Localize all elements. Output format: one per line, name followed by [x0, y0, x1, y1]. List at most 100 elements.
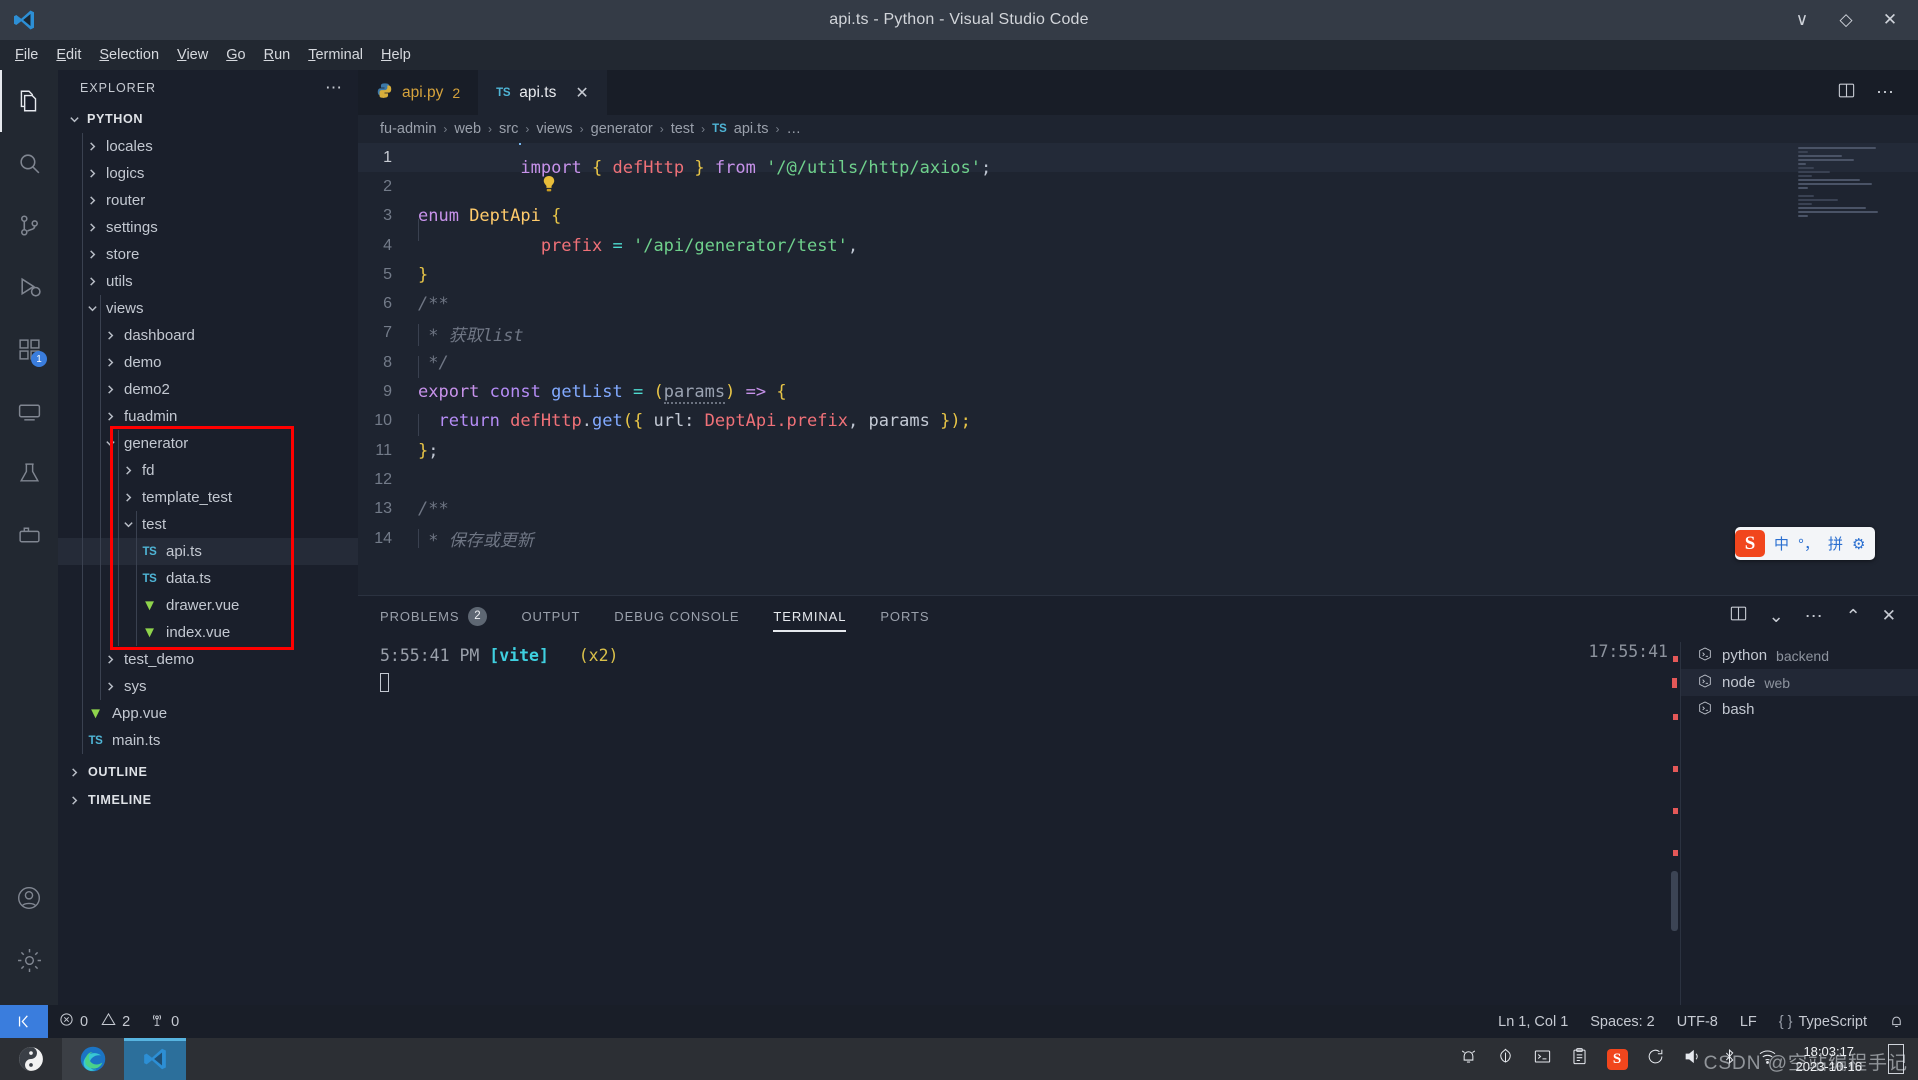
- tree-item-dashboard[interactable]: dashboard: [58, 322, 358, 349]
- status-warning-count[interactable]: 2: [99, 1012, 141, 1031]
- menu-item-file[interactable]: File: [6, 44, 47, 66]
- chevron-up-icon[interactable]: ⌃: [1846, 606, 1861, 627]
- breadcrumb-item[interactable]: api.ts: [734, 121, 769, 137]
- tree-item-index-vue[interactable]: ▼index.vue: [58, 619, 358, 646]
- status-language-mode[interactable]: { } TypeScript: [1768, 1014, 1878, 1030]
- taskbar-app-taiji[interactable]: [0, 1038, 62, 1080]
- tree-item-sys[interactable]: sys: [58, 673, 358, 700]
- taskbar-app-edge[interactable]: [62, 1038, 124, 1080]
- status-error-count[interactable]: 0: [48, 1012, 99, 1031]
- remote-indicator-icon[interactable]: [0, 1005, 48, 1038]
- tree-item-drawer-vue[interactable]: ▼drawer.vue: [58, 592, 358, 619]
- editor-tab-api-ts[interactable]: TS api.ts ✕: [478, 70, 607, 115]
- editor-tab-api-py[interactable]: api.py 2: [358, 70, 478, 115]
- sidebar-section-timeline[interactable]: TIMELINE: [58, 786, 358, 814]
- menu-item-help[interactable]: Help: [372, 44, 420, 66]
- panel-tab-output[interactable]: OUTPUT: [521, 596, 580, 636]
- activity-item-docker[interactable]: [0, 504, 58, 566]
- terminal-list-item-node[interactable]: nodeweb: [1681, 669, 1918, 696]
- menu-item-go[interactable]: Go: [217, 44, 254, 66]
- restore-button[interactable]: ◇: [1824, 0, 1868, 40]
- tree-item-demo[interactable]: demo: [58, 349, 358, 376]
- activity-item-search[interactable]: [0, 132, 58, 194]
- ime-punctuation-label[interactable]: °，: [1798, 533, 1819, 554]
- activity-item-accounts[interactable]: [0, 867, 58, 929]
- breadcrumb-item[interactable]: web: [454, 121, 481, 137]
- tree-item-api-ts[interactable]: TSapi.ts: [58, 538, 358, 565]
- ime-gear-icon[interactable]: ⚙: [1852, 535, 1865, 553]
- close-panel-icon[interactable]: ✕: [1882, 606, 1896, 626]
- breadcrumb-item[interactable]: fu-admin: [380, 121, 436, 137]
- menu-item-view[interactable]: View: [168, 44, 217, 66]
- status-ports-count[interactable]: 0: [141, 1012, 190, 1032]
- activity-item-explorer[interactable]: [0, 70, 58, 132]
- menu-item-terminal[interactable]: Terminal: [299, 44, 372, 66]
- tree-item-fuadmin[interactable]: fuadmin: [58, 403, 358, 430]
- sync-icon[interactable]: [1646, 1047, 1665, 1071]
- clipboard-icon[interactable]: [1570, 1047, 1589, 1071]
- code-editor[interactable]: 1 import { defHttp } from '/@/utils/http…: [358, 143, 1918, 548]
- tree-item-fd[interactable]: fd: [58, 457, 358, 484]
- panel-tab-terminal[interactable]: TERMINAL: [773, 596, 846, 636]
- breadcrumb-item[interactable]: …: [786, 121, 801, 137]
- tree-item-template-test[interactable]: template_test: [58, 484, 358, 511]
- ellipsis-icon[interactable]: ⋯: [1876, 82, 1896, 103]
- status-encoding[interactable]: UTF-8: [1666, 1014, 1729, 1030]
- sidebar-section-python[interactable]: PYTHON: [58, 105, 358, 133]
- tree-item-views[interactable]: views: [58, 295, 358, 322]
- activity-item-run-and-debug[interactable]: [0, 256, 58, 318]
- close-button[interactable]: ✕: [1868, 0, 1912, 40]
- sidebar-more-button[interactable]: ⋯: [325, 78, 344, 98]
- split-panel-icon[interactable]: [1729, 604, 1748, 628]
- mic-icon[interactable]: [1496, 1047, 1515, 1071]
- ellipsis-icon[interactable]: ⋯: [1805, 606, 1825, 627]
- tree-item-generator[interactable]: generator: [58, 430, 358, 457]
- breadcrumb-item[interactable]: src: [499, 121, 518, 137]
- breadcrumb-item[interactable]: generator: [591, 121, 653, 137]
- panel-scrollbar-thumb[interactable]: [1671, 871, 1678, 931]
- menu-item-run[interactable]: Run: [255, 44, 300, 66]
- tree-item-test-demo[interactable]: test_demo: [58, 646, 358, 673]
- sidebar-section-outline[interactable]: OUTLINE: [58, 758, 358, 786]
- taskbar-app-vscode[interactable]: [124, 1038, 186, 1080]
- breadcrumb-item[interactable]: test: [671, 121, 694, 137]
- activity-item-remote-explorer[interactable]: [0, 380, 58, 442]
- tree-item-test[interactable]: test: [58, 511, 358, 538]
- activity-item-manage-gear-icon[interactable]: [0, 929, 58, 991]
- activity-item-testing[interactable]: [0, 442, 58, 504]
- tree-item-app-vue[interactable]: ▼App.vue: [58, 700, 358, 727]
- terminal-list-item-bash[interactable]: bash: [1681, 696, 1918, 723]
- terminal-output[interactable]: 5:55:41 PM [vite] (x2) 17:55:41: [380, 642, 1668, 1005]
- tree-item-settings[interactable]: settings: [58, 214, 358, 241]
- terminal-list-item-python[interactable]: pythonbackend: [1681, 642, 1918, 669]
- ime-mode-label[interactable]: 中: [1774, 533, 1789, 554]
- status-notifications-bell[interactable]: [1878, 1014, 1918, 1029]
- activity-item-extensions[interactable]: 1: [0, 318, 58, 380]
- ime-method-label[interactable]: 拼: [1828, 533, 1843, 554]
- status-cursor-position[interactable]: Ln 1, Col 1: [1487, 1014, 1579, 1030]
- menu-item-selection[interactable]: Selection: [90, 44, 168, 66]
- tree-item-router[interactable]: router: [58, 187, 358, 214]
- tree-item-locales[interactable]: locales: [58, 133, 358, 160]
- tree-item-data-ts[interactable]: TSdata.ts: [58, 565, 358, 592]
- activity-item-source-control[interactable]: [0, 194, 58, 256]
- volume-icon[interactable]: [1683, 1047, 1702, 1071]
- sogou-tray-icon[interactable]: S: [1607, 1049, 1628, 1070]
- tree-item-store[interactable]: store: [58, 241, 358, 268]
- close-tab-button[interactable]: ✕: [575, 83, 588, 103]
- terminal-tray-icon[interactable]: [1533, 1047, 1552, 1071]
- editor-minimap[interactable]: [1798, 147, 1888, 219]
- panel-tab-ports[interactable]: PORTS: [880, 596, 929, 636]
- breadcrumb-item[interactable]: views: [536, 121, 572, 137]
- panel-tab-debug-console[interactable]: DEBUG CONSOLE: [614, 596, 739, 636]
- split-editor-icon[interactable]: [1837, 81, 1856, 105]
- panel-tab-problems[interactable]: PROBLEMS2: [380, 596, 487, 636]
- tree-item-main-ts[interactable]: TSmain.ts: [58, 727, 358, 754]
- menu-item-edit[interactable]: Edit: [47, 44, 90, 66]
- status-indentation[interactable]: Spaces: 2: [1579, 1014, 1666, 1030]
- notification-bell-icon[interactable]: [1459, 1047, 1478, 1071]
- ime-floating-bar[interactable]: S 中 °， 拼 ⚙: [1735, 527, 1875, 560]
- tree-item-demo2[interactable]: demo2: [58, 376, 358, 403]
- tree-item-logics[interactable]: logics: [58, 160, 358, 187]
- chevron-down-icon[interactable]: ⌄: [1769, 606, 1784, 627]
